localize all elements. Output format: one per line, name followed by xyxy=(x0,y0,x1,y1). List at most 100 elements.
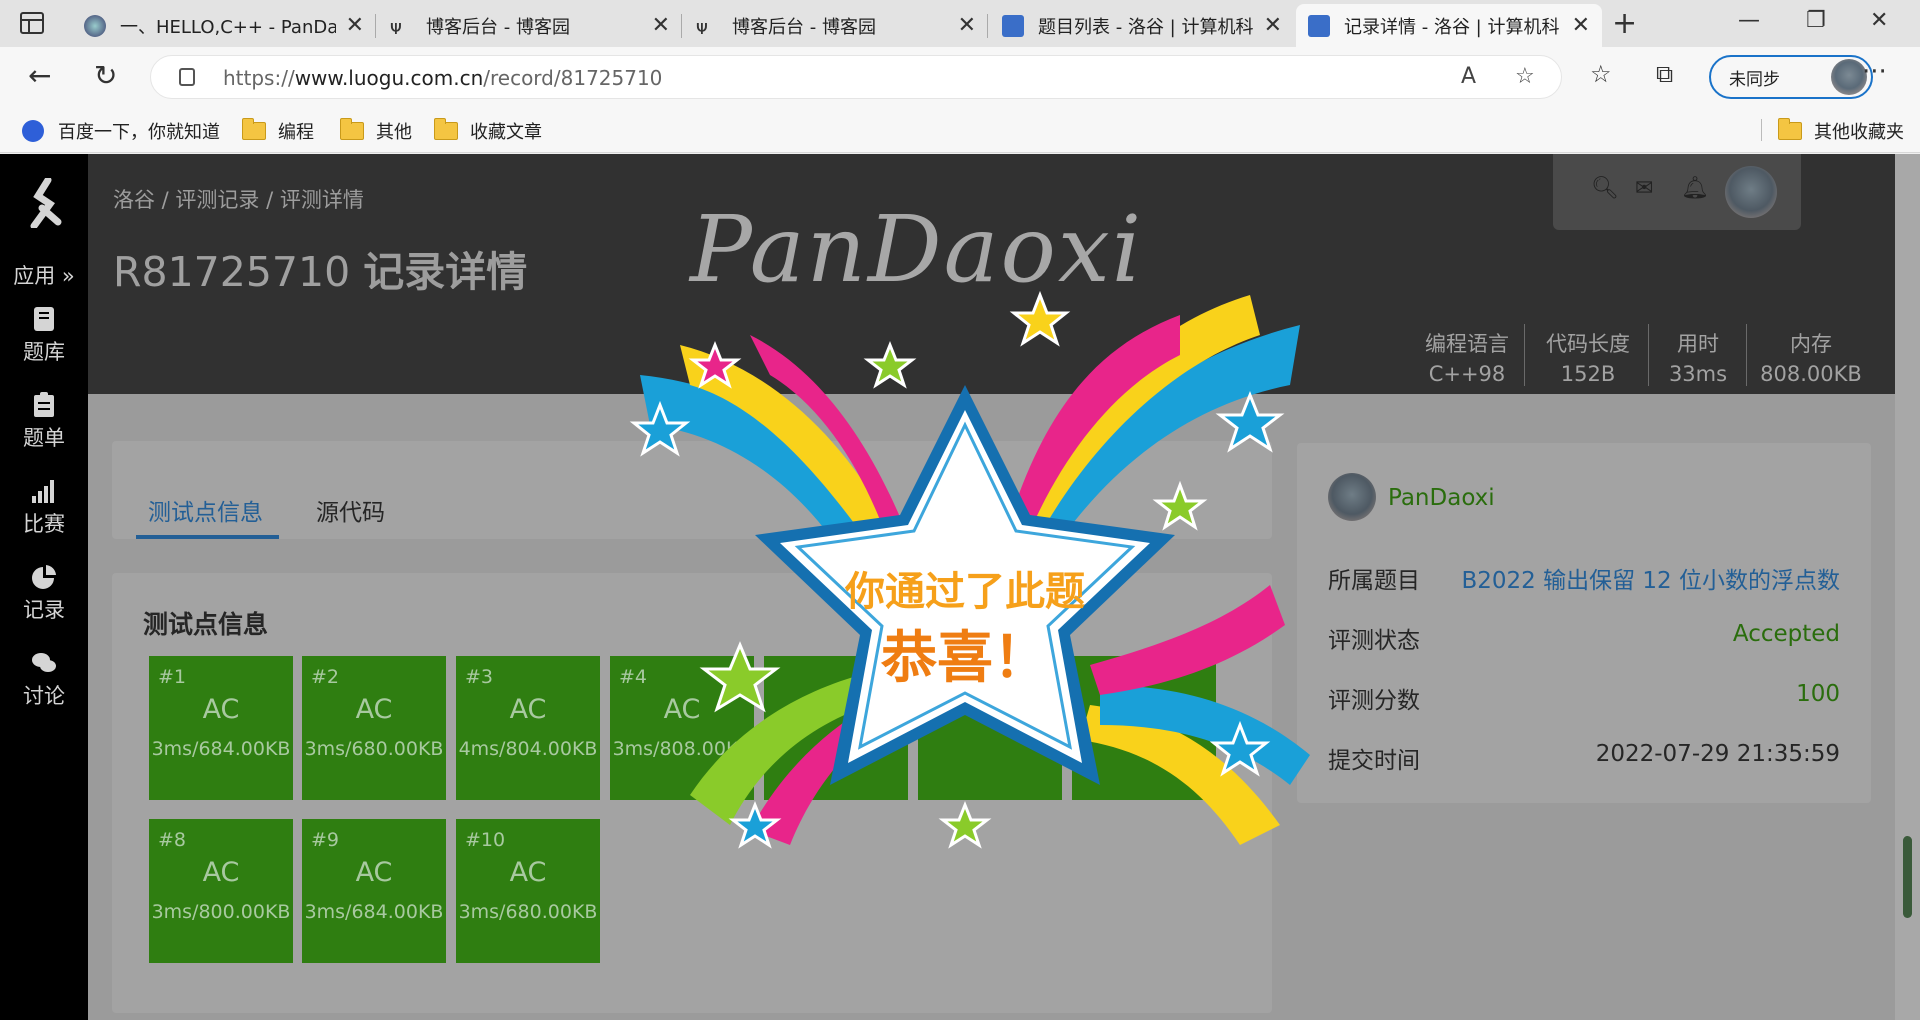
stat-time: 用时 33ms xyxy=(1668,332,1728,386)
bookmark-baidu[interactable]: 百度一下，你就知道 xyxy=(22,118,220,144)
sidebar-item-records[interactable]: 记录 xyxy=(0,564,88,624)
profile-button[interactable]: 未同步 xyxy=(1709,55,1873,99)
submitter-avatar[interactable] xyxy=(1328,473,1376,521)
page-scrollbar[interactable] xyxy=(1895,154,1920,1020)
sidebar-item-problem-lists[interactable]: 题单 xyxy=(0,392,88,452)
read-aloud-icon[interactable]: A xyxy=(1461,64,1476,89)
close-window-icon[interactable]: ✕ xyxy=(1870,8,1888,33)
globe-icon xyxy=(84,14,106,37)
close-tab-icon[interactable]: ✕ xyxy=(346,13,364,38)
tab-title: 题目列表 - 洛谷 | 计算机科 xyxy=(1038,16,1254,38)
folder-icon xyxy=(340,118,364,140)
page-title: R81725710 记录详情 xyxy=(113,248,528,296)
luogu-logo-icon[interactable] xyxy=(26,178,64,228)
address-bar[interactable]: https://www.luogu.com.cn/record/81725710… xyxy=(150,55,1562,99)
congrats-text: 恭喜！ xyxy=(880,626,1049,691)
luogu-icon xyxy=(1308,14,1330,37)
sync-label: 未同步 xyxy=(1729,69,1780,90)
bookmark-folder-other[interactable]: 其他 xyxy=(340,118,412,144)
cnblogs-icon: ᴪ xyxy=(696,14,708,39)
folder-icon xyxy=(1778,118,1802,140)
bell-icon[interactable]: 🔔︎ xyxy=(1681,176,1709,201)
close-tab-icon[interactable]: ✕ xyxy=(652,13,670,38)
address-toolbar: ← ↻ https://www.luogu.com.cn/record/8172… xyxy=(0,47,1920,107)
pie-chart-icon xyxy=(32,565,56,589)
close-tab-icon[interactable]: ✕ xyxy=(1572,13,1590,38)
tab-strip: 一、HELLO,C++ - PanDao ✕ ᴪ 博客后台 - 博客园 ✕ ᴪ … xyxy=(0,0,1920,47)
sidebar: 应用 » 题库 题单 比赛 记录 讨论 xyxy=(0,154,88,1020)
problem-link[interactable]: B2022 输出保留 12 位小数的浮点数 xyxy=(1461,561,1840,595)
info-row-problem: 所属题目 B2022 输出保留 12 位小数的浮点数 xyxy=(1328,561,1840,595)
book-icon xyxy=(34,307,54,331)
restore-icon[interactable]: ❐ xyxy=(1806,8,1826,33)
tab-title: 博客后台 - 博客园 xyxy=(732,16,876,38)
favorites-icon[interactable]: ☆ xyxy=(1590,60,1612,88)
user-toolbar: 🔍︎ ✉ 🔔︎ xyxy=(1553,154,1801,230)
tab-actions-icon[interactable] xyxy=(20,12,44,34)
breadcrumb[interactable]: 洛谷 / 评测记录 / 评测详情 xyxy=(113,184,364,214)
testcase-cell[interactable]: #9 AC 3ms/684.00KB xyxy=(302,819,446,963)
url-text[interactable]: https://www.luogu.com.cn/record/81725710 xyxy=(223,66,662,90)
testcase-cell[interactable]: #1 AC 3ms/684.00KB xyxy=(149,656,293,800)
browser-tab-5-active[interactable]: 记录详情 - 洛谷 | 计算机科 ✕ xyxy=(1296,4,1602,47)
baidu-icon xyxy=(22,120,44,142)
bookmark-folder-programming[interactable]: 编程 xyxy=(242,118,314,144)
minimize-icon[interactable]: — xyxy=(1738,8,1760,33)
collections-icon[interactable]: ⧉ xyxy=(1656,60,1673,88)
bookmark-other-favorites[interactable]: 其他收藏夹 xyxy=(1778,118,1904,144)
submitter-name[interactable]: PanDaoxi xyxy=(1388,485,1495,511)
folder-icon xyxy=(242,118,266,140)
mail-icon[interactable]: ✉ xyxy=(1635,176,1653,201)
tab-title: 记录详情 - 洛谷 | 计算机科 xyxy=(1344,16,1560,38)
bookmarks-bar: 百度一下，你就知道 编程 其他 收藏文章 其他收藏夹 xyxy=(0,107,1920,153)
info-row-score: 评测分数 100 xyxy=(1328,681,1840,714)
folder-icon xyxy=(434,118,458,140)
info-row-submit-time: 提交时间 2022-07-29 21:35:59 xyxy=(1328,741,1840,774)
passed-text: 你通过了此题 xyxy=(844,569,1085,615)
browser-tab-2[interactable]: ᴪ 博客后台 - 博客园 ✕ xyxy=(378,4,682,47)
stat-code-length: 代码长度 152B xyxy=(1546,332,1630,386)
new-tab-icon[interactable]: + xyxy=(1612,6,1637,41)
testcases-title: 测试点信息 xyxy=(143,610,269,639)
sidebar-item-discuss[interactable]: 讨论 xyxy=(0,650,88,710)
luogu-icon xyxy=(1002,14,1024,37)
tab-title: 一、HELLO,C++ - PanDao xyxy=(120,16,336,38)
more-menu-icon[interactable]: ··· xyxy=(1862,57,1887,87)
record-info-card: PanDaoxi 所属题目 B2022 输出保留 12 位小数的浮点数 评测状态… xyxy=(1297,443,1871,803)
search-icon[interactable]: 🔍︎ xyxy=(1591,176,1619,201)
lock-icon[interactable] xyxy=(179,68,195,86)
browser-tab-1[interactable]: 一、HELLO,C++ - PanDao ✕ xyxy=(72,4,376,47)
stat-language: 编程语言 C++98 xyxy=(1425,332,1509,386)
submit-time-value: 2022-07-29 21:35:59 xyxy=(1595,741,1840,767)
active-tab-indicator xyxy=(136,535,279,539)
back-arrow-icon[interactable]: ← xyxy=(28,59,51,92)
bar-chart-icon xyxy=(32,480,54,503)
testcase-cell[interactable]: #8 AC 3ms/800.00KB xyxy=(149,819,293,963)
close-tab-icon[interactable]: ✕ xyxy=(1264,13,1282,38)
stat-memory: 内存 808.00KB xyxy=(1760,332,1862,386)
scrollbar-thumb[interactable] xyxy=(1903,836,1912,918)
chat-icon xyxy=(32,653,56,672)
user-avatar[interactable] xyxy=(1725,166,1777,218)
cnblogs-icon: ᴪ xyxy=(390,14,402,39)
score-value: 100 xyxy=(1796,681,1840,707)
testcase-cell[interactable]: #3 AC 4ms/804.00KB xyxy=(456,656,600,800)
bookmark-folder-articles[interactable]: 收藏文章 xyxy=(434,118,542,144)
tab-testcases[interactable]: 测试点信息 xyxy=(148,493,263,527)
sidebar-item-problems[interactable]: 题库 xyxy=(0,306,88,366)
status-value: Accepted xyxy=(1732,621,1840,647)
congratulations-star-badge[interactable]: 你通过了此题 恭喜！ xyxy=(620,285,1310,865)
add-favorite-icon[interactable]: ☆ xyxy=(1515,64,1535,89)
testcase-cell[interactable]: #10 AC 3ms/680.00KB xyxy=(456,819,600,963)
apps-menu[interactable]: 应用 » xyxy=(0,260,88,290)
browser-tab-3[interactable]: ᴪ 博客后台 - 博客园 ✕ xyxy=(684,4,988,47)
info-row-status: 评测状态 Accepted xyxy=(1328,621,1840,654)
sidebar-item-contests[interactable]: 比赛 xyxy=(0,478,88,538)
close-tab-icon[interactable]: ✕ xyxy=(958,13,976,38)
refresh-icon[interactable]: ↻ xyxy=(94,59,117,92)
tab-title: 博客后台 - 博客园 xyxy=(426,16,570,38)
testcase-cell[interactable]: #2 AC 3ms/680.00KB xyxy=(302,656,446,800)
tab-source-code[interactable]: 源代码 xyxy=(316,493,385,527)
browser-tab-4[interactable]: 题目列表 - 洛谷 | 计算机科 ✕ xyxy=(990,4,1294,47)
clipboard-icon xyxy=(34,392,54,417)
